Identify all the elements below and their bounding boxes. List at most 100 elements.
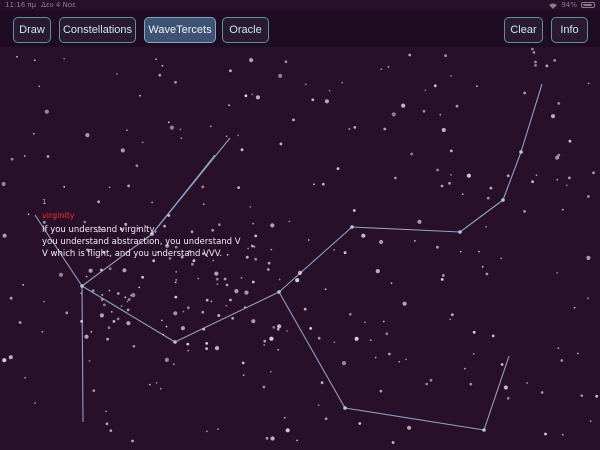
star: [124, 296, 127, 299]
poem-number: 1: [42, 198, 47, 206]
star: [206, 430, 208, 433]
star: [503, 385, 508, 390]
star: [402, 301, 407, 306]
star: [85, 275, 88, 278]
star: [277, 348, 280, 351]
star: [353, 126, 357, 129]
star: [100, 298, 104, 301]
star: [436, 245, 439, 249]
status-bar: 11:16 πμ Δευ 4 Νοε 94%: [0, 0, 600, 10]
star: [422, 109, 426, 113]
constellation-node: [277, 290, 281, 294]
star: [162, 333, 165, 336]
star: [553, 59, 557, 62]
star: [398, 360, 401, 363]
star: [341, 81, 344, 84]
star: [540, 391, 544, 394]
status-right: 94%: [549, 0, 595, 10]
star: [122, 268, 127, 273]
oracle-button[interactable]: Oracle: [222, 17, 269, 43]
star: [155, 58, 158, 61]
star: [324, 99, 329, 104]
star: [172, 363, 175, 366]
star: [103, 303, 106, 307]
star: [63, 185, 66, 188]
star: [333, 341, 336, 344]
star: [424, 89, 427, 92]
info-button[interactable]: Info: [551, 17, 588, 43]
star: [410, 152, 414, 156]
star: [394, 176, 397, 180]
star: [561, 433, 564, 436]
star: [265, 436, 269, 440]
star: [16, 56, 18, 58]
star: [450, 313, 454, 316]
star: [215, 277, 219, 281]
draw-button[interactable]: Draw: [13, 17, 51, 43]
star: [391, 112, 396, 117]
star: [229, 69, 232, 73]
star: [132, 344, 136, 348]
status-left: 11:16 πμ Δευ 4 Νοε: [5, 0, 76, 10]
star: [486, 196, 490, 200]
star: [444, 54, 447, 57]
star: [388, 352, 391, 356]
star: [469, 382, 473, 386]
constellation-node: [343, 406, 347, 410]
star: [175, 271, 178, 273]
star: [292, 118, 295, 122]
star: [561, 208, 564, 211]
star: [500, 363, 504, 366]
star: [436, 168, 439, 172]
star: [174, 80, 177, 84]
star: [440, 278, 444, 281]
star: [557, 347, 560, 350]
poem-line-1: If you understand virginity,: [42, 225, 158, 235]
star: [161, 64, 164, 67]
constellation-node: [519, 150, 523, 154]
star: [109, 429, 113, 432]
star: [107, 326, 111, 330]
star: [534, 60, 537, 64]
battery-icon: [581, 2, 595, 8]
star: [191, 262, 194, 266]
star: [550, 114, 556, 119]
star: [595, 394, 599, 398]
star: [278, 73, 283, 78]
star: [390, 282, 393, 284]
clear-button[interactable]: Clear: [504, 17, 543, 43]
star: [180, 137, 183, 140]
star: [225, 304, 228, 307]
star: [531, 47, 534, 51]
star: [450, 75, 452, 77]
star: [85, 133, 90, 138]
star: [380, 68, 383, 70]
star: [214, 346, 220, 351]
star: [375, 269, 380, 274]
star: [500, 257, 503, 260]
status-time: 11:16 πμ: [5, 1, 37, 9]
star: [167, 121, 170, 124]
star: [91, 289, 95, 293]
star: [283, 416, 286, 419]
star: [2, 233, 7, 238]
star: [441, 127, 446, 133]
battery-fill: [583, 4, 593, 6]
constellation-node: [80, 284, 84, 288]
star: [472, 353, 475, 355]
star: [164, 357, 169, 362]
constellations-button[interactable]: Constellations: [59, 17, 136, 43]
star: [369, 339, 372, 342]
star: [155, 381, 158, 384]
star: [557, 102, 561, 105]
star: [556, 271, 559, 274]
star: [127, 298, 131, 301]
star: [38, 85, 41, 88]
star: [341, 361, 347, 366]
star: [202, 327, 206, 331]
star: [231, 316, 235, 320]
star: [263, 339, 267, 343]
star: [277, 324, 282, 329]
star: [587, 195, 590, 198]
wavetercets-button[interactable]: WaveTercets: [144, 17, 216, 43]
